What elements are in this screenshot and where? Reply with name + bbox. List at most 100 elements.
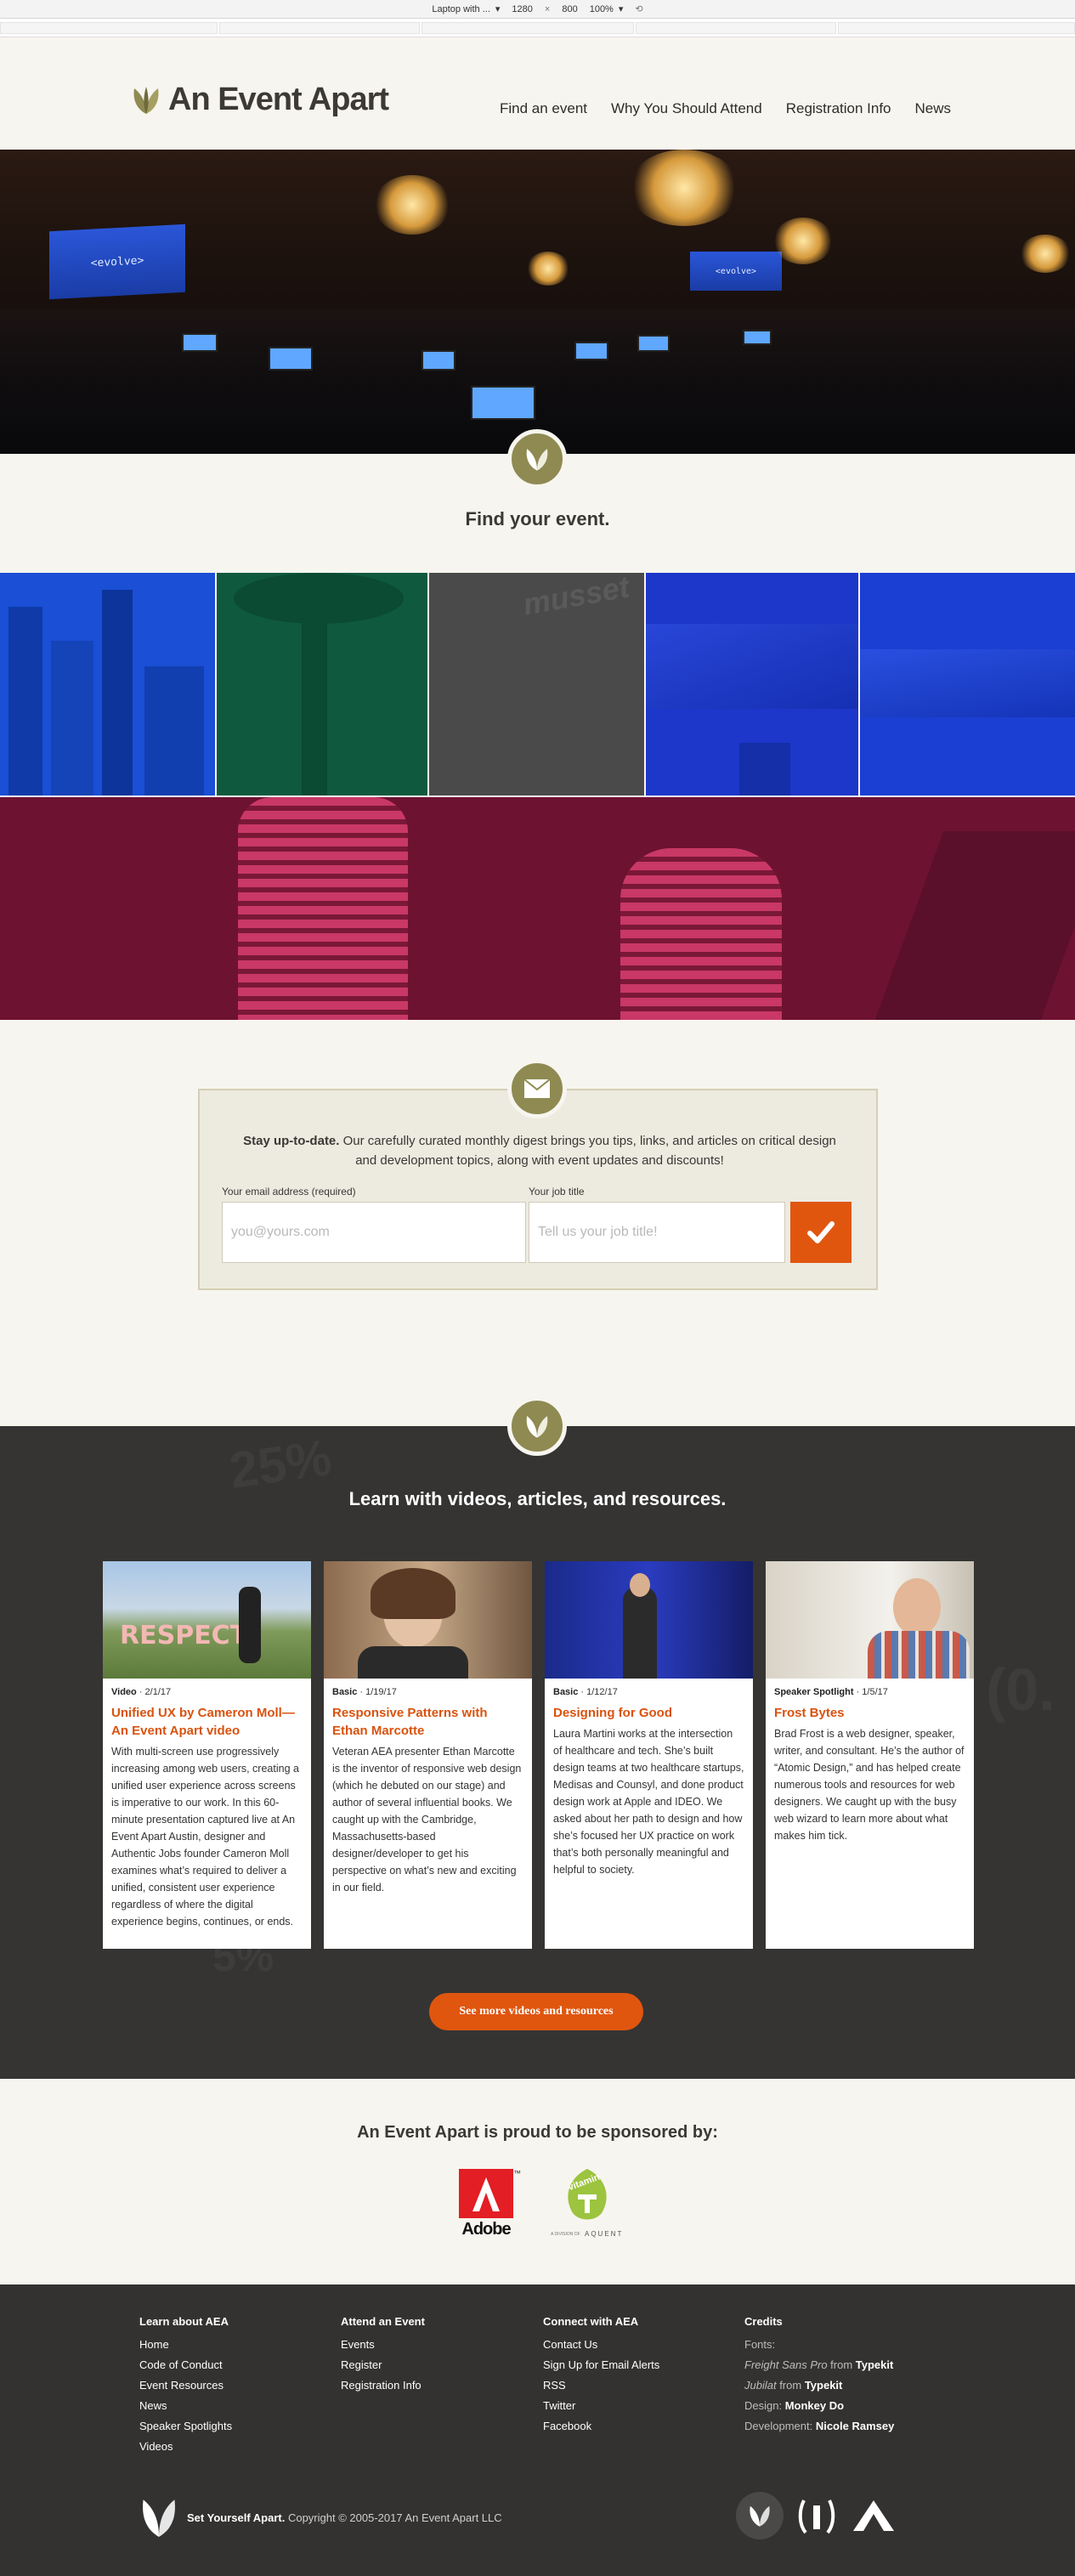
footer-link-events[interactable]: Events — [341, 2335, 536, 2355]
adobe-icon — [459, 2169, 513, 2218]
event-tile-mountains[interactable] — [860, 573, 1075, 795]
devtools-toolbar: Laptop with ... ▾ 1280 × 800 100% ▾ ⟲ — [0, 0, 1075, 19]
nav-news[interactable]: News — [915, 100, 952, 117]
card-category: Basic — [553, 1687, 579, 1697]
event-tile-chicago[interactable] — [0, 797, 1075, 1020]
mountain-shape — [860, 649, 1075, 717]
marina-tower — [238, 797, 408, 1020]
adobe-logo[interactable]: ™ Adobe — [459, 2169, 522, 2244]
person-shirt — [868, 1631, 970, 1679]
checkmark-icon — [807, 1221, 835, 1243]
nav-find-an-event[interactable]: Find an event — [500, 100, 587, 117]
card-description: With multi-screen use progressively incr… — [111, 1746, 299, 1928]
see-more-resources-button[interactable]: See more videos and resources — [429, 1993, 643, 2030]
design-label: Design: — [744, 2399, 785, 2412]
vitamin-leaf-icon — [568, 2169, 607, 2220]
footer-link-registration-info[interactable]: Registration Info — [341, 2375, 536, 2396]
footer-column-attend: Attend an Event Events Register Registra… — [341, 2315, 536, 2396]
footer-link-videos[interactable]: Videos — [139, 2437, 335, 2457]
footer-link-email-alerts[interactable]: Sign Up for Email Alerts — [543, 2355, 738, 2375]
leaf-icon — [526, 449, 548, 471]
footer-heading: Credits — [744, 2315, 783, 2328]
card-title[interactable]: Unified UX by Cameron Moll—An Event Apar… — [111, 1704, 303, 1740]
footer-link-event-resources[interactable]: Event Resources — [139, 2375, 335, 2396]
viewport-width[interactable]: 1280 — [512, 4, 532, 14]
footer-column-learn: Learn about AEA Home Code of Conduct Eve… — [139, 2315, 335, 2457]
media-query-segment[interactable] — [636, 22, 836, 34]
credits-dev: Development: Nicole Ramsey — [744, 2416, 940, 2437]
newsletter-lead-text: Our carefully curated monthly digest bri… — [339, 1134, 836, 1168]
card-image — [766, 1561, 974, 1679]
footer-heading: Attend an Event — [341, 2315, 425, 2328]
footer-link-home[interactable]: Home — [139, 2335, 335, 2355]
from-text: from — [827, 2358, 856, 2371]
device-select[interactable]: Laptop with ... ▾ — [432, 3, 500, 15]
media-query-segment[interactable] — [0, 22, 218, 34]
resource-card[interactable]: Basic · 1/12/17 Designing for Good Laura… — [545, 1561, 753, 1949]
envelope-icon — [523, 1079, 551, 1098]
card-title[interactable]: Responsive Patterns with Ethan Marcotte — [332, 1704, 523, 1740]
resource-card[interactable]: Basic · 1/19/17 Responsive Patterns with… — [324, 1561, 532, 1949]
person-face — [893, 1578, 941, 1636]
credits-link[interactable]: Typekit — [805, 2379, 843, 2392]
event-tile-seattle[interactable] — [0, 573, 215, 795]
device-label: Laptop with ... — [432, 3, 490, 14]
person-body — [358, 1646, 468, 1679]
footer-link-contact[interactable]: Contact Us — [543, 2335, 738, 2355]
footer-link-twitter[interactable]: Twitter — [543, 2396, 738, 2416]
footer-link-code-of-conduct[interactable]: Code of Conduct — [139, 2355, 335, 2375]
leaf-circle-icon[interactable] — [736, 2492, 784, 2539]
email-field[interactable] — [222, 1202, 526, 1263]
a-mark-icon[interactable] — [850, 2497, 897, 2534]
card-title[interactable]: Designing for Good — [553, 1704, 744, 1722]
event-tile-space-needle[interactable] — [217, 573, 427, 795]
laptop — [637, 335, 670, 352]
newsletter-lead-bold: Stay up-to-date. — [243, 1134, 340, 1148]
subscribe-button[interactable] — [790, 1202, 852, 1263]
footer-link-facebook[interactable]: Facebook — [543, 2416, 738, 2437]
mountain-shape — [646, 624, 858, 709]
resources-title: Learn with videos, articles, and resourc… — [348, 1488, 727, 1509]
rotate-icon[interactable]: ⟲ — [635, 3, 642, 14]
credits-design: Design: Monkey Do — [744, 2396, 940, 2416]
resource-card[interactable]: Speaker Spotlight · 1/5/17 Frost Bytes B… — [766, 1561, 974, 1949]
copyright-text: Copyright © 2005-2017 An Event Apart LLC — [285, 2511, 502, 2524]
media-query-segment[interactable] — [838, 22, 1075, 34]
card-image: RESPECT — [103, 1561, 311, 1679]
event-tile-denver[interactable] — [646, 573, 858, 795]
hero-image: <evolve> <evolve> — [0, 150, 1075, 454]
credits-font2: Jubilat from Typekit — [744, 2375, 940, 2396]
footer-link-news[interactable]: News — [139, 2396, 335, 2416]
aquent-wordmark: AQUENT — [585, 2230, 624, 2238]
chandelier — [1020, 235, 1071, 273]
resource-card[interactable]: RESPECT Video · 2/1/17 Unified UX by Cam… — [103, 1561, 311, 1949]
vitamin-t-logo[interactable]: vitamin A DIVISION OF AQUENT — [551, 2166, 624, 2244]
credits-link[interactable]: Typekit — [856, 2358, 894, 2371]
footer-link-rss[interactable]: RSS — [543, 2375, 738, 2396]
media-query-segment[interactable] — [219, 22, 420, 34]
adobe-wordmark: Adobe — [461, 2220, 511, 2239]
card-title[interactable]: Frost Bytes — [774, 1704, 965, 1722]
nav-why-attend[interactable]: Why You Should Attend — [611, 100, 762, 117]
viewport-height[interactable]: 800 — [562, 4, 577, 14]
laptop — [422, 350, 455, 371]
site-logo[interactable]: An Event Apart — [129, 82, 389, 118]
card-category: Basic — [332, 1687, 358, 1697]
building-silhouette — [51, 641, 93, 795]
footer-badges — [736, 2492, 897, 2539]
tile-watermark: musset — [520, 573, 632, 622]
footer-link-register[interactable]: Register — [341, 2355, 536, 2375]
zoom-select[interactable]: 100% ▾ — [590, 3, 624, 15]
leaf-badge — [507, 429, 567, 489]
footer-link-speaker-spotlights[interactable]: Speaker Spotlights — [139, 2416, 335, 2437]
credits-link[interactable]: Nicole Ramsey — [816, 2420, 895, 2432]
media-query-segment[interactable] — [422, 22, 634, 34]
site-header: An Event Apart Find an event Why You Sho… — [0, 37, 1075, 150]
laurel-icon[interactable] — [795, 2495, 838, 2536]
card-description: Laura Martini works at the intersection … — [553, 1728, 744, 1876]
event-tile-grey[interactable]: musset — [429, 573, 644, 795]
job-title-field[interactable] — [529, 1202, 785, 1263]
credits-link[interactable]: Monkey Do — [785, 2399, 844, 2412]
sponsors-section: An Event Apart is proud to be sponsored … — [0, 2079, 1075, 2284]
nav-registration-info[interactable]: Registration Info — [786, 100, 891, 117]
